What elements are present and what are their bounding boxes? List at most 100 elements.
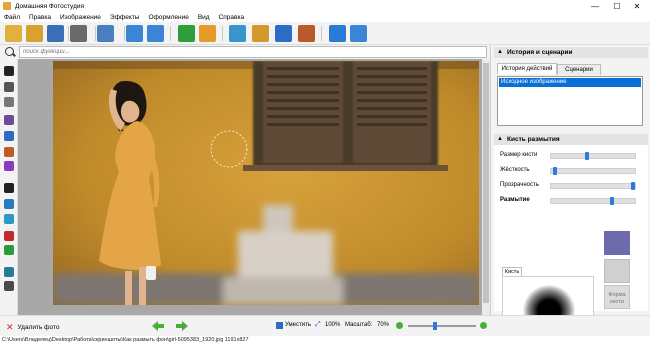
frames-icon[interactable] [229, 25, 246, 42]
zoom-tool-icon[interactable] [4, 97, 14, 107]
slider-thumb[interactable] [610, 197, 614, 205]
help-icon[interactable] [329, 25, 346, 42]
slider-thumb[interactable] [553, 167, 557, 175]
status-bar: C:\Users\Владелец\Desktop\Работа\скриншо… [0, 336, 650, 345]
slider-track[interactable] [550, 197, 636, 205]
open-folder-icon[interactable] [5, 25, 22, 42]
toolbar-separator [222, 26, 223, 41]
crop-tool-icon[interactable] [4, 281, 14, 291]
delete-photo-label: Удалить фото [17, 324, 60, 331]
scrollbar-thumb[interactable] [483, 63, 489, 303]
toolbar-separator [124, 26, 125, 41]
history-section-header[interactable]: ▲ История и сценарии [494, 47, 648, 58]
fit-button[interactable]: Уместить [285, 322, 311, 328]
text-icon[interactable] [178, 25, 195, 42]
fit-icon [276, 322, 283, 329]
slider-track[interactable] [550, 152, 636, 160]
previous-photo-button[interactable] [152, 321, 164, 331]
minimize-button[interactable]: — [586, 0, 604, 12]
slider-thumb[interactable] [585, 152, 589, 160]
close-button[interactable]: ✕ [628, 0, 646, 12]
slider-track[interactable] [550, 182, 636, 190]
menu-view[interactable]: Вид [194, 14, 215, 21]
menu-help[interactable]: Справка [215, 14, 250, 21]
blur-section-title: Кисть размытия [507, 136, 560, 143]
undo-icon[interactable] [126, 25, 143, 42]
zoom-100-icon: ⤢ [315, 321, 321, 328]
delete-photo-button[interactable]: ✕ Удалить фото [6, 322, 60, 333]
right-panel: ▲ История и сценарии История действий Сц… [490, 45, 650, 344]
print-icon[interactable] [70, 25, 87, 42]
brush-tab[interactable]: Кисть [502, 267, 522, 276]
search-icon[interactable] [5, 47, 14, 56]
main-toolbar [0, 22, 650, 45]
toolbar-separator [95, 26, 96, 41]
maximize-button[interactable]: ☐ [608, 0, 626, 12]
history-list[interactable]: Исходное изображение [497, 76, 643, 126]
zoom-in-button[interactable] [480, 322, 487, 329]
photo-image [53, 61, 479, 305]
menu-effects[interactable]: Эффекты [106, 14, 145, 21]
crop-rotate-tool-icon[interactable] [4, 82, 14, 92]
slider-track[interactable] [550, 167, 636, 175]
collage-icon[interactable] [298, 25, 315, 42]
zoom-slider[interactable] [408, 322, 476, 330]
scale-label: Масштаб: [345, 322, 373, 328]
menu-image[interactable]: Изображение [56, 14, 106, 21]
effects-disc-icon[interactable] [26, 25, 43, 42]
slider-label: Прозрачность [500, 182, 539, 188]
photo-icon[interactable] [252, 25, 269, 42]
menu-edit[interactable]: Правка [25, 14, 56, 21]
export-icon[interactable] [97, 25, 114, 42]
next-photo-button[interactable] [176, 321, 188, 331]
zoom-out-button[interactable] [396, 322, 403, 329]
menu-bar: Файл Правка Изображение Эффекты Оформлен… [0, 12, 650, 22]
rotate-tool-icon[interactable] [4, 267, 14, 277]
primary-color-swatch[interactable] [604, 231, 630, 255]
secondary-color-swatch[interactable] [604, 259, 630, 283]
toolbar-separator [68, 26, 69, 41]
tab-history[interactable]: История действий [497, 63, 557, 74]
blur-drop-tool-icon[interactable] [4, 131, 14, 141]
tool-column [0, 59, 18, 315]
brush-tool-icon[interactable] [4, 115, 14, 125]
calendar-icon[interactable] [275, 25, 292, 42]
photo-canvas[interactable] [53, 61, 479, 305]
slider-thumb[interactable] [631, 182, 635, 190]
toolbar-separator [321, 26, 322, 41]
levels-tool-icon[interactable] [4, 245, 14, 255]
history-section-title: История и сценарии [507, 49, 573, 56]
search-input[interactable] [19, 46, 487, 58]
contrast-tool-icon[interactable] [4, 183, 14, 193]
stamp-tool-icon[interactable] [4, 147, 14, 157]
plugin-icon[interactable] [350, 25, 367, 42]
vertical-scrollbar[interactable] [482, 59, 490, 315]
collapse-chevron-icon[interactable]: ▲ [497, 49, 503, 55]
scale-value: 70% [377, 322, 390, 328]
window-title: Домашняя Фотостудия [15, 2, 85, 10]
menu-file[interactable]: Файл [0, 14, 25, 21]
brush-shape-button[interactable]: Форма кисти [604, 285, 630, 309]
pointer-tool-icon[interactable] [4, 66, 14, 76]
delete-icon: ✕ [6, 322, 14, 332]
redeye-tool-icon[interactable] [4, 214, 14, 224]
eye-tool-icon[interactable] [4, 199, 14, 209]
slider-label: Размытие [500, 197, 530, 203]
zoom-100-button[interactable]: 100% [325, 322, 340, 328]
save-icon[interactable] [47, 25, 64, 42]
redo-icon[interactable] [147, 25, 164, 42]
menu-design[interactable]: Оформление [144, 14, 193, 21]
collapse-chevron-icon[interactable]: ▲ [497, 136, 503, 142]
search-bar [0, 45, 490, 59]
blur-brush-settings: Кисть Форма кисти Размер кисти Жёсткость П… [494, 145, 648, 344]
color-drop-tool-icon[interactable] [4, 161, 14, 171]
tab-scenarios[interactable]: Сценарии [557, 64, 601, 75]
app-logo-icon [3, 2, 11, 10]
history-item-original[interactable]: Исходное изображение [499, 78, 641, 87]
blur-section-header[interactable]: ▲ Кисть размытия [494, 134, 648, 145]
colors-tool-icon[interactable] [4, 231, 14, 241]
zoom-slider-thumb[interactable] [433, 322, 437, 330]
canvas-area[interactable] [18, 59, 490, 315]
slider-label: Жёсткость [500, 167, 530, 173]
palette-icon[interactable] [199, 25, 216, 42]
